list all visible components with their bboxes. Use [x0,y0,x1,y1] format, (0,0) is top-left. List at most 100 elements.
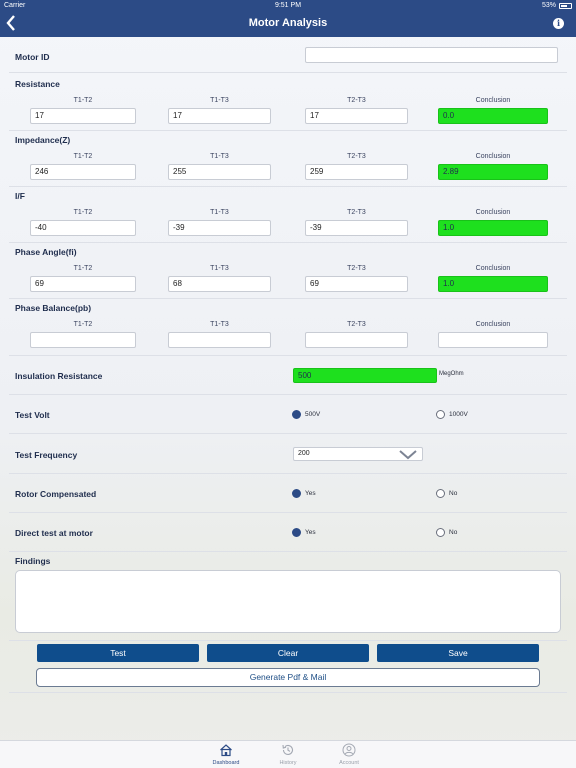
col-head-t1t2: T1-T2 [73,265,93,272]
battery-percent: 53% [541,2,556,9]
info-icon[interactable]: i [553,18,564,29]
account-icon [342,743,356,757]
if-conclusion-field: 1.0 [438,220,548,236]
col-head-t1t3: T1-T3 [210,153,229,160]
home-icon [220,744,232,757]
col-head-conclusion: Conclusion [475,265,511,272]
tab-label: Account [339,760,359,766]
test-volt-1000v-label: 1000V [449,411,468,418]
rotor-compensated-label: Rotor Compensated [15,489,97,499]
phase-balance-t1t3-input[interactable] [168,332,271,348]
page-title: Motor Analysis [248,17,328,29]
col-head-t1t2: T1-T2 [73,209,93,216]
col-head-t1t3: T1-T3 [210,209,229,216]
nav-bar: Motor Analysis i [0,12,576,37]
direct-test-no-radio[interactable] [436,528,445,537]
col-head-t2t3: T2-T3 [347,153,366,160]
col-head-conclusion: Conclusion [475,209,511,216]
divider [9,394,567,395]
divider [9,512,567,513]
section-label: Resistance [15,79,60,89]
direct-test-yes-radio[interactable] [292,528,301,537]
section-label: Phase Balance(pb) [15,303,92,313]
battery-icon [559,3,572,9]
if-t2t3-input[interactable]: -39 [305,220,408,236]
col-head-t1t3: T1-T3 [210,97,229,104]
test-volt-500v-radio[interactable] [292,410,301,419]
col-head-t1t2: T1-T2 [73,153,93,160]
col-head-conclusion: Conclusion [475,153,511,160]
test-volt-1000v-radio[interactable] [436,410,445,419]
insulation-unit: MegOhm [439,371,464,377]
tab-label: Dashboard [212,760,240,766]
phase-angle-t2t3-input[interactable]: 69 [305,276,408,292]
section-label: I/F [15,191,25,201]
phase-angle-t1t3-input[interactable]: 68 [168,276,271,292]
impedance-t1t3-input[interactable]: 255 [168,164,271,180]
section-if: I/F T1-T2 T1-T3 T2-T3 Conclusion -40 -39… [9,186,567,242]
findings-label: Findings [15,556,51,566]
section-phase-balance: Phase Balance(pb) T1-T2 T1-T3 T2-T3 Conc… [9,298,567,354]
phase-angle-conclusion-field: 1.0 [438,276,548,292]
test-frequency-select[interactable]: 200 [293,447,423,461]
divider [9,72,567,73]
col-head-t2t3: T2-T3 [347,265,366,272]
phase-balance-conclusion-field [438,332,548,348]
resistance-t1t3-input[interactable]: 17 [168,108,271,124]
status-bar: Carrier 9:51 PM 53% [0,0,576,12]
tab-dashboard[interactable]: Dashboard [201,743,251,766]
section-impedance: Impedance(Z) T1-T2 T1-T3 T2-T3 Conclusio… [9,130,567,186]
section-resistance: Resistance T1-T2 T1-T3 T2-T3 Conclusion … [9,74,567,130]
col-head-t1t3: T1-T3 [210,265,229,272]
col-head-conclusion: Conclusion [475,97,511,104]
impedance-t1t2-input[interactable]: 246 [30,164,136,180]
col-head-t1t2: T1-T2 [73,97,93,104]
if-t1t3-input[interactable]: -39 [168,220,271,236]
test-button[interactable]: Test [37,644,199,662]
chevron-down-icon [399,450,417,460]
rotor-compensated-yes-radio[interactable] [292,489,301,498]
tab-bar: Dashboard History Account [0,740,576,768]
tab-account[interactable]: Account [324,743,374,766]
impedance-t2t3-input[interactable]: 259 [305,164,408,180]
col-head-t2t3: T2-T3 [347,209,366,216]
resistance-t2t3-input[interactable]: 17 [305,108,408,124]
phase-balance-t1t2-input[interactable] [30,332,136,348]
test-volt-label: Test Volt [15,410,50,420]
section-phase-angle: Phase Angle(fi) T1-T2 T1-T3 T2-T3 Conclu… [9,242,567,298]
motor-id-input[interactable] [305,47,558,63]
divider [9,551,567,552]
direct-test-label: Direct test at motor [15,528,93,538]
direct-test-no-label: No [449,529,458,536]
generate-pdf-mail-button[interactable]: Generate Pdf & Mail [36,668,540,687]
divider [9,692,567,693]
rotor-compensated-yes-label: Yes [305,490,316,497]
impedance-conclusion-field: 2.89 [438,164,548,180]
test-frequency-label: Test Frequency [15,450,78,460]
if-t1t2-input[interactable]: -40 [30,220,136,236]
findings-textarea[interactable] [15,570,561,633]
direct-test-yes-label: Yes [305,529,316,536]
divider [9,473,567,474]
col-head-t1t2: T1-T2 [73,321,93,328]
insulation-resistance-input[interactable]: 500 [293,368,437,383]
divider [9,640,567,641]
phase-balance-t2t3-input[interactable] [305,332,408,348]
col-head-t2t3: T2-T3 [347,321,366,328]
resistance-t1t2-input[interactable]: 17 [30,108,136,124]
phase-angle-t1t2-input[interactable]: 69 [30,276,136,292]
col-head-conclusion: Conclusion [475,321,511,328]
clear-button[interactable]: Clear [207,644,369,662]
tab-label: History [279,760,297,766]
tab-history[interactable]: History [263,743,313,766]
section-label: Impedance(Z) [15,135,71,145]
rotor-compensated-no-radio[interactable] [436,489,445,498]
test-volt-500v-label: 500V [305,411,321,418]
col-head-t2t3: T2-T3 [347,97,366,104]
save-button[interactable]: Save [377,644,539,662]
clock: 9:51 PM [274,2,302,9]
divider [9,433,567,434]
history-icon [282,744,294,755]
col-head-t1t3: T1-T3 [210,321,229,328]
rotor-compensated-no-label: No [449,490,458,497]
